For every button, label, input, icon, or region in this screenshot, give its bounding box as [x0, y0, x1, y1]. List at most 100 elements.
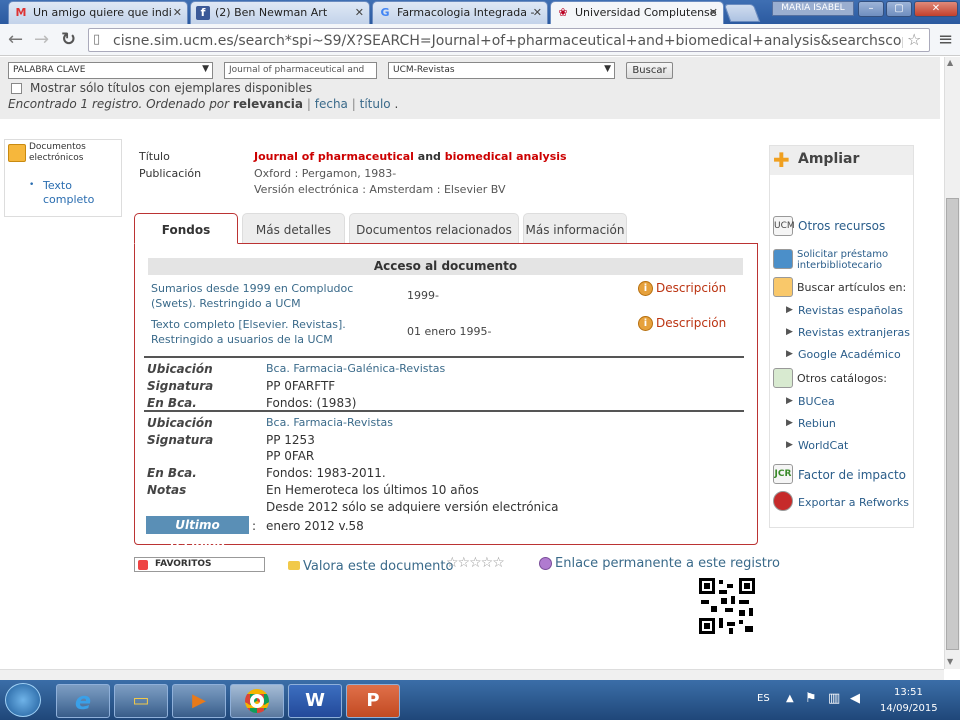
word-icon[interactable]: W [288, 684, 342, 718]
worldcat-link[interactable]: WorldCat [798, 439, 848, 452]
scrollbar-thumb[interactable] [946, 198, 959, 650]
forward-icon[interactable]: → [34, 29, 49, 50]
scroll-down-icon[interactable]: ▼ [947, 657, 953, 666]
search-field-value: PALABRA CLAVE [13, 65, 86, 75]
tab-ucm[interactable]: ❀ Universidad Complutense ✕ [550, 1, 724, 24]
close-icon[interactable]: ✕ [709, 6, 718, 19]
minimize-button[interactable]: – [858, 1, 884, 17]
folder-icon [288, 561, 300, 570]
file-explorer-icon[interactable]: ▭ [114, 684, 168, 718]
tab-fondos[interactable]: Fondos [134, 213, 238, 244]
refworks-icon [773, 491, 793, 511]
scope-value: UCM-Revistas [393, 65, 455, 75]
callnumber-label: Signatura [147, 433, 214, 447]
scope-select[interactable]: UCM-Revistas ▼ [388, 62, 615, 79]
rating-stars[interactable]: ☆☆☆☆☆ [446, 555, 505, 571]
access-link[interactable]: Sumarios desde 1999 en Compludoc (Swets)… [151, 281, 391, 311]
foreign-journals-link[interactable]: Revistas extranjeras [798, 326, 910, 339]
qr-code-icon [699, 578, 755, 634]
facebook-icon: f [196, 6, 210, 20]
access-link[interactable]: Texto completo [Elsevier. Revistas]. Res… [151, 317, 391, 347]
window-close-button[interactable]: ✕ [914, 1, 958, 17]
location-link[interactable]: Bca. Farmacia-Galénica-Revistas [266, 362, 445, 375]
end-dot: . [394, 97, 399, 111]
network-icon[interactable]: ▥ [828, 691, 840, 706]
chevron-down-icon: ▼ [604, 64, 611, 74]
location-link[interactable]: Bca. Farmacia-Revistas [266, 416, 393, 429]
bullet-icon: ▶ [786, 327, 793, 337]
notes-label: Notas [147, 483, 187, 497]
scroll-up-icon[interactable]: ▲ [947, 58, 953, 67]
address-bar[interactable]: ▯ cisne.sim.ucm.es/search*spi~S9/X?SEARC… [88, 28, 930, 52]
tab-facebook[interactable]: f (2) Ben Newman Art ✕ [190, 1, 370, 24]
plus-icon [138, 560, 148, 570]
sort-date-link[interactable]: fecha [315, 97, 348, 111]
maximize-button[interactable]: ▢ [886, 1, 912, 17]
tab-label: Un amigo quiere que indi [33, 6, 172, 19]
start-button[interactable] [5, 683, 41, 717]
spanish-journals-link[interactable]: Revistas españolas [798, 304, 903, 317]
bookmark-star-icon[interactable]: ☆ [907, 30, 921, 49]
separator: | [351, 97, 356, 111]
search-articles-label: Buscar artículos en: [797, 281, 907, 294]
notes-line: Desde 2012 sólo se adquiere versión elec… [266, 500, 559, 514]
sort-title-link[interactable]: título [360, 97, 391, 111]
other-catalogs-label: Otros catálogos: [797, 372, 887, 385]
title-part: and [417, 150, 441, 163]
action-center-icon[interactable]: ⚑ [805, 691, 817, 706]
new-tab-button[interactable] [723, 4, 761, 22]
media-player-icon[interactable]: ▶ [172, 684, 226, 718]
info-icon[interactable]: i [638, 316, 653, 331]
google-icon: G [380, 6, 390, 19]
tab-documentos-relacionados[interactable]: Documentos relacionados [349, 213, 519, 244]
tab-mas-informacion[interactable]: Más información [523, 213, 627, 244]
info-icon[interactable]: i [638, 281, 653, 296]
close-icon[interactable]: ✕ [355, 6, 364, 19]
loan-icon [773, 249, 793, 269]
full-text-link[interactable]: Texto completo [43, 179, 113, 207]
permalink-link[interactable]: Enlace permanente a este registro [555, 556, 780, 571]
volume-icon[interactable]: ◀ [850, 691, 860, 706]
ucm-icon: ❀ [558, 6, 568, 19]
description-link[interactable]: Descripción [656, 316, 726, 330]
google-scholar-link[interactable]: Google Académico [798, 348, 901, 361]
tab-gmail[interactable]: M Un amigo quiere que indi ✕ [8, 1, 188, 24]
powerpoint-icon[interactable]: P [346, 684, 400, 718]
close-icon[interactable]: ✕ [173, 6, 182, 19]
horizontal-scrollbar[interactable] [0, 669, 944, 680]
location-label: Ubicación [147, 416, 213, 430]
jcr-icon: JCR [773, 464, 793, 484]
rebiun-link[interactable]: Rebiun [798, 417, 836, 430]
catalog-icon [773, 368, 793, 388]
clock-date[interactable]: 14/09/2015 [880, 703, 938, 714]
publication-label: Publicación [139, 167, 202, 180]
link-icon [539, 557, 552, 570]
show-hidden-icons-icon[interactable]: ▲ [786, 693, 794, 704]
internet-explorer-icon[interactable]: e [56, 684, 110, 718]
chrome-icon[interactable] [230, 684, 284, 718]
language-indicator[interactable]: ES [757, 693, 770, 704]
impact-factor-link[interactable]: Factor de impacto [798, 468, 906, 482]
interlibrary-loan-link[interactable]: Solicitar préstamo interbibliotecario [797, 249, 909, 271]
back-icon[interactable]: ← [8, 29, 23, 50]
favoritos-button[interactable]: FAVORITOS [134, 557, 265, 572]
export-refworks-link[interactable]: Exportar a Refworks [798, 496, 909, 509]
search-input[interactable]: Journal of pharmaceutical and [224, 62, 377, 79]
browser-user-badge[interactable]: MARIA ISABEL [772, 1, 854, 16]
clock-time[interactable]: 13:51 [894, 687, 923, 698]
other-resources-link[interactable]: Otros recursos [798, 219, 885, 233]
electronic-docs-title: Documentos electrónicos [29, 142, 86, 163]
bucea-link[interactable]: BUCea [798, 395, 835, 408]
tab-google[interactable]: G Farmacologia Integrada - ✕ [372, 1, 548, 24]
holdings-label: En Bca. [147, 396, 197, 410]
tab-mas-detalles[interactable]: Más detalles [242, 213, 345, 244]
description-link[interactable]: Descripción [656, 281, 726, 295]
title-part: Journal of pharmaceutical [254, 150, 414, 163]
reload-icon[interactable]: ↻ [61, 29, 76, 50]
search-field-select[interactable]: PALABRA CLAVE ▼ [8, 62, 213, 79]
close-icon[interactable]: ✕ [533, 6, 542, 19]
available-only-checkbox[interactable] [11, 83, 22, 94]
menu-icon[interactable]: ≡ [938, 29, 953, 50]
buscar-button[interactable]: Buscar [626, 62, 673, 79]
bullet-icon: ▶ [786, 440, 793, 450]
